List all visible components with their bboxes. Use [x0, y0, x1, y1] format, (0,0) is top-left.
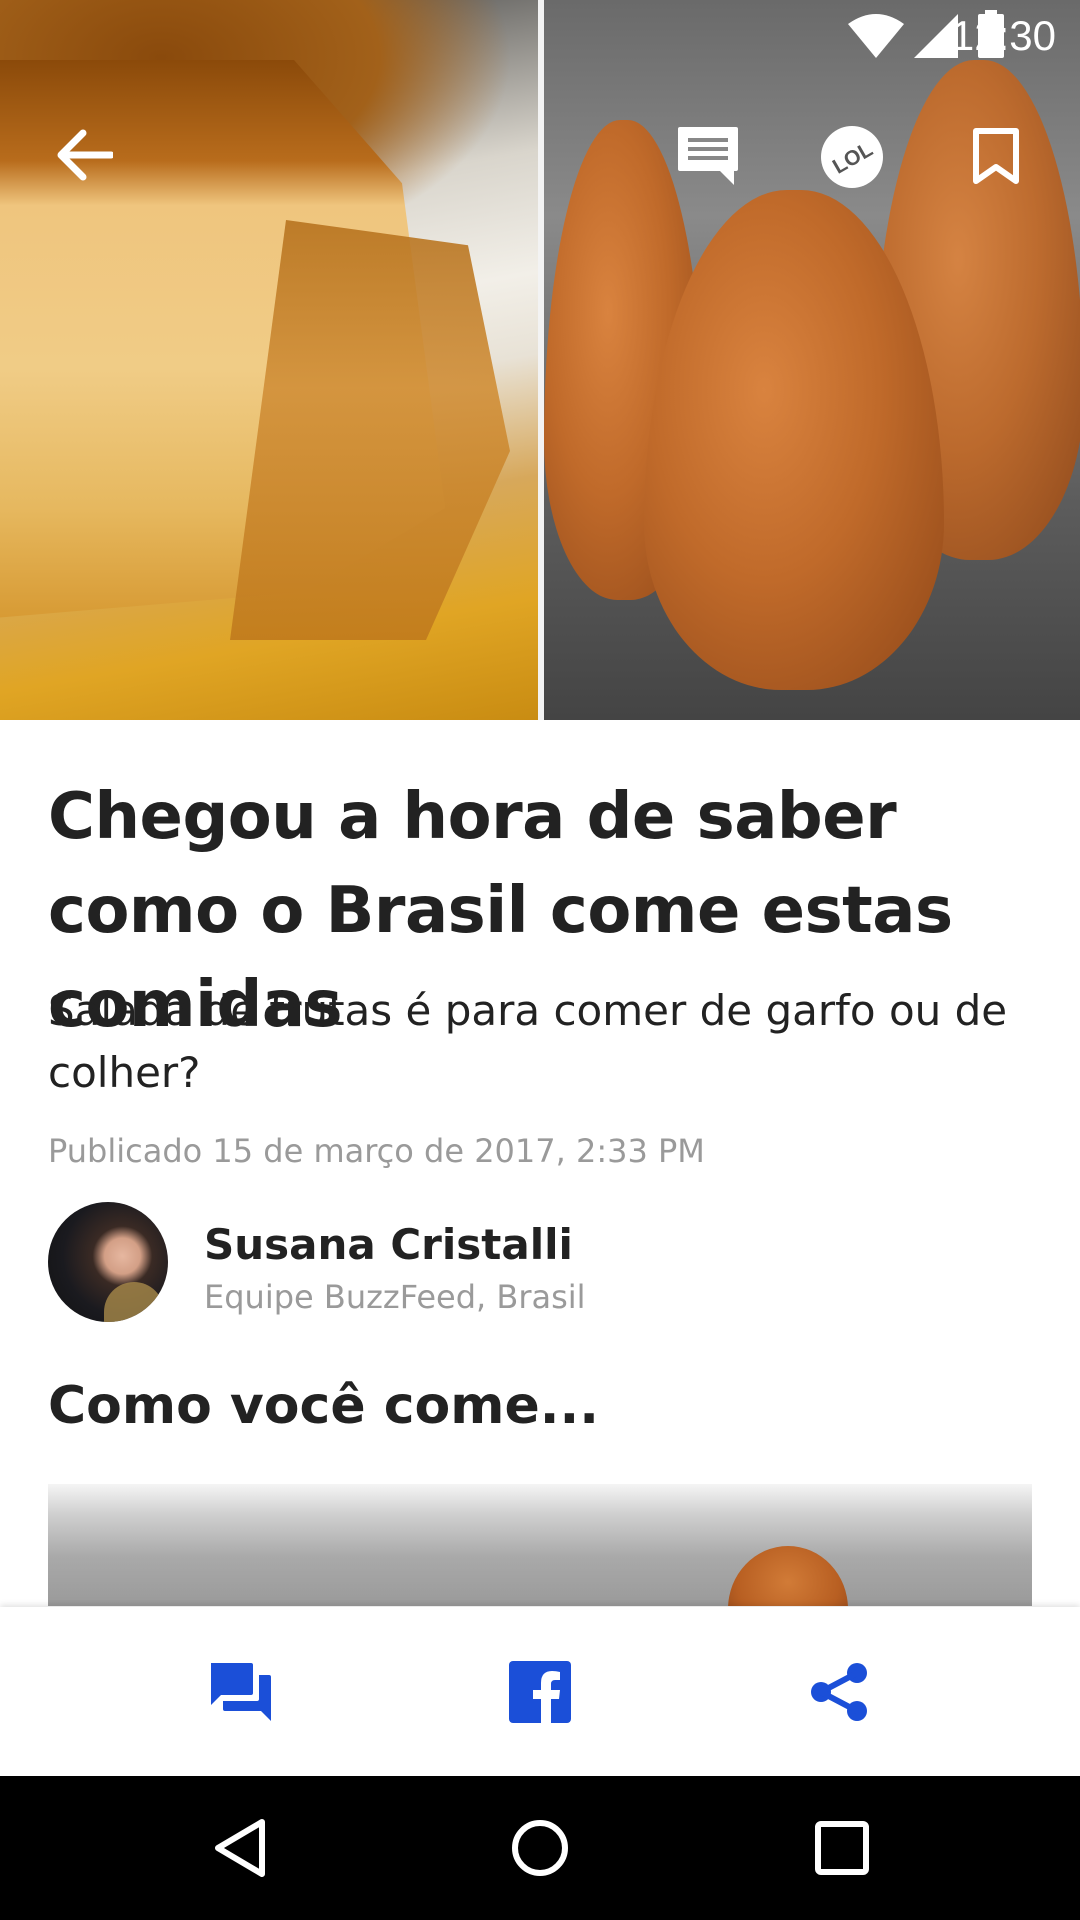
bookmark-icon: [973, 128, 1019, 184]
share-button[interactable]: [795, 1647, 885, 1737]
hero-image: 12:30 LOL: [0, 0, 1080, 720]
screen: 12:30 LOL Chegou a hora de saber como o …: [0, 0, 1080, 1920]
status-time: 12:30: [950, 12, 1056, 59]
share-icon: [811, 1663, 867, 1721]
nav-recents-button[interactable]: [806, 1812, 878, 1884]
home-circle-icon: [512, 1820, 568, 1876]
comment-icon: [678, 127, 738, 185]
author-avatar[interactable]: [48, 1202, 168, 1322]
lol-reaction-button[interactable]: LOL: [820, 125, 884, 189]
recents-square-icon: [815, 1821, 869, 1875]
hero-image-flan: [0, 0, 538, 720]
wifi-icon: [848, 14, 904, 58]
lol-icon: LOL: [821, 126, 883, 188]
chat-icon: [211, 1663, 271, 1721]
status-bar: 12:30: [750, 0, 1080, 72]
action-bar: [0, 1607, 1080, 1776]
facebook-icon: [509, 1661, 571, 1723]
published-date: Publicado 15 de março de 2017, 2:33 PM: [48, 1132, 705, 1170]
facebook-share-button[interactable]: [495, 1647, 585, 1737]
author-team: Equipe BuzzFeed, Brasil: [204, 1278, 586, 1316]
content-image: [48, 1484, 1032, 1606]
nav-home-button[interactable]: [504, 1812, 576, 1884]
back-button[interactable]: [50, 120, 120, 190]
back-triangle-icon: [215, 1819, 265, 1877]
nav-back-button[interactable]: [204, 1812, 276, 1884]
hero-image-coxinha: [544, 0, 1080, 720]
chat-button[interactable]: [195, 1647, 285, 1737]
article-subtitle: Salada de frutas é para comer de garfo o…: [48, 986, 1008, 1097]
author-name[interactable]: Susana Cristalli: [204, 1220, 573, 1269]
section-heading: Como você come...: [48, 1376, 599, 1436]
bookmark-button[interactable]: [968, 124, 1024, 188]
comments-button[interactable]: [672, 120, 744, 192]
arrow-left-icon: [57, 129, 113, 181]
system-nav-bar: [0, 1776, 1080, 1920]
